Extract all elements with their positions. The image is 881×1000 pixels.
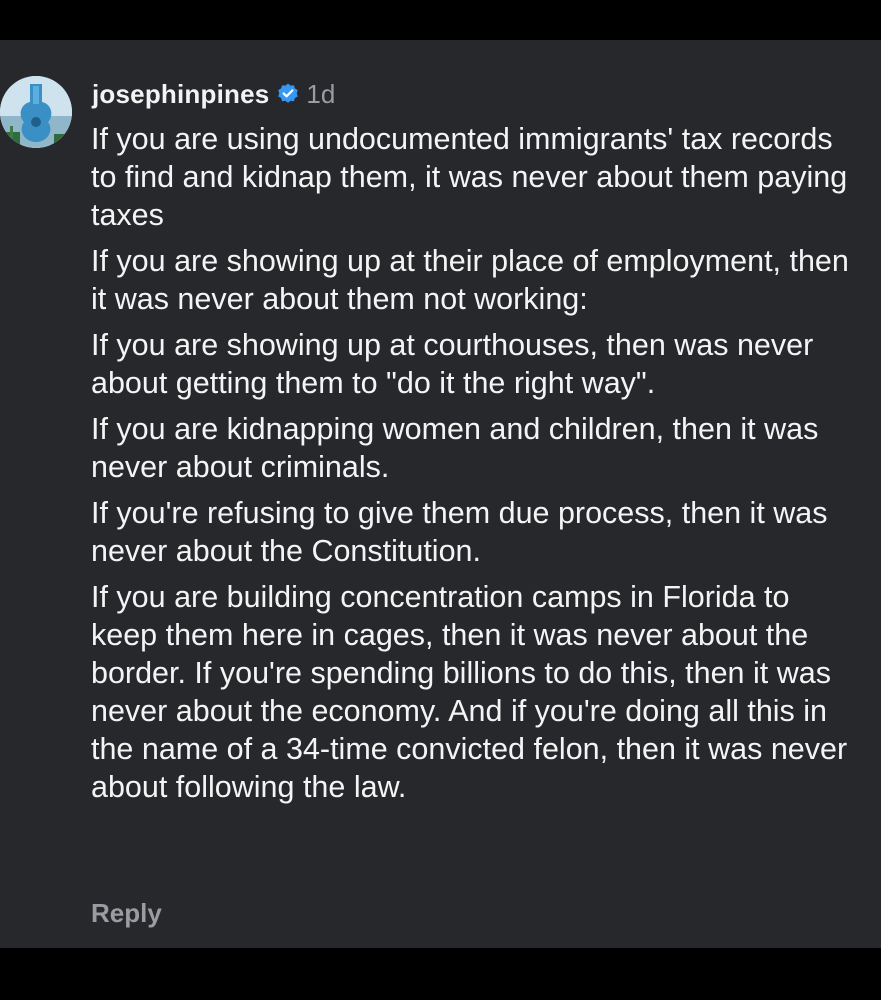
comment-paragraph: If you are showing up at courthouses, th…	[91, 328, 814, 400]
reply-button[interactable]: Reply	[91, 898, 162, 929]
comment-body: If you are using undocumented immigrants…	[91, 120, 851, 814]
comment-paragraph: If you are showing up at their place of …	[91, 244, 849, 316]
username[interactable]: josephinpines	[92, 79, 269, 110]
comment-paragraph: If you are kidnapping women and children…	[91, 412, 819, 484]
comment-paragraph: If you are using undocumented immigrants…	[91, 122, 848, 232]
guitar-building-avatar-icon	[0, 76, 72, 148]
verified-badge-icon	[276, 82, 300, 106]
avatar[interactable]	[0, 76, 72, 148]
comment-paragraph: If you are building concentration camps …	[91, 580, 848, 804]
screen: josephinpines 1d If you are using undocu…	[0, 0, 881, 1000]
comment-paragraph: If you're refusing to give them due proc…	[91, 496, 828, 568]
timestamp: 1d	[306, 78, 336, 109]
comment-header: josephinpines 1d	[92, 76, 335, 112]
